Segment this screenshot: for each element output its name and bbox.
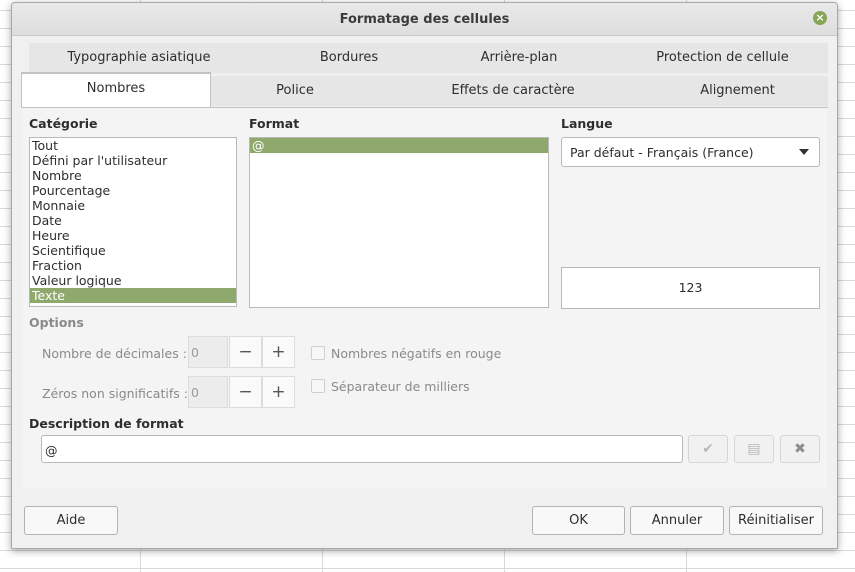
reset-button[interactable]: Réinitialiser (729, 506, 823, 535)
format-code-input[interactable]: @ (41, 435, 683, 463)
category-item-boolean[interactable]: Valeur logique (30, 273, 236, 288)
language-value: Par défaut - Français (France) (570, 145, 754, 160)
tab-cell-protection[interactable]: Protection de cellule (617, 43, 828, 73)
comment-icon[interactable]: ▤ (734, 435, 774, 463)
options-label: Options (29, 315, 84, 330)
thousands-separator-checkbox[interactable] (311, 379, 325, 393)
category-item-date[interactable]: Date (30, 213, 236, 228)
cancel-button[interactable]: Annuler (630, 506, 724, 535)
close-icon[interactable]: × (813, 11, 827, 25)
decimals-input[interactable]: 0 (188, 336, 228, 368)
category-item-currency[interactable]: Monnaie (30, 198, 236, 213)
decimals-increment-button[interactable]: + (262, 336, 295, 368)
tab-numbers[interactable]: Nombres (21, 72, 211, 108)
category-label: Catégorie (29, 116, 98, 131)
format-item[interactable]: @ (250, 138, 548, 153)
ok-button[interactable]: OK (532, 506, 625, 535)
category-item-user-defined[interactable]: Défini par l'utilisateur (30, 153, 236, 168)
chevron-down-icon (799, 149, 809, 155)
category-item-number[interactable]: Nombre (30, 168, 236, 183)
dialog-titlebar: Formatage des cellules × (12, 3, 837, 36)
format-code-label: Description de format (29, 416, 184, 431)
category-item-scientific[interactable]: Scientifique (30, 243, 236, 258)
thousands-separator-label: Séparateur de milliers (331, 379, 470, 394)
negative-red-label: Nombres négatifs en rouge (331, 346, 502, 361)
leading-zeros-decrement-button[interactable]: − (229, 376, 262, 408)
format-code-value: @ (45, 443, 58, 458)
numbers-panel: Catégorie Tout Défini par l'utilisateur … (22, 108, 827, 488)
format-cells-dialog: Formatage des cellules × Typographie asi… (11, 2, 838, 549)
tab-alignment[interactable]: Alignement (647, 76, 828, 106)
leading-zeros-input[interactable]: 0 (188, 376, 228, 408)
category-item-percent[interactable]: Pourcentage (30, 183, 236, 198)
delete-icon[interactable]: ✖ (780, 435, 820, 463)
category-item-fraction[interactable]: Fraction (30, 258, 236, 273)
tab-borders[interactable]: Bordures (249, 43, 449, 73)
format-list[interactable]: @ (249, 137, 549, 308)
leading-zeros-increment-button[interactable]: + (262, 376, 295, 408)
decimals-label: Nombre de décimales : (42, 346, 187, 361)
dialog-title: Formatage des cellules (339, 12, 510, 27)
tab-asian-typography[interactable]: Typographie asiatique (29, 43, 249, 73)
tab-font[interactable]: Police (211, 76, 379, 106)
negative-red-checkbox[interactable] (311, 346, 325, 360)
category-item-time[interactable]: Heure (30, 228, 236, 243)
language-dropdown[interactable]: Par défaut - Français (France) (561, 137, 820, 167)
help-button[interactable]: Aide (24, 506, 118, 535)
leading-zeros-label: Zéros non significatifs : (42, 386, 188, 401)
format-label: Format (249, 116, 300, 131)
tab-font-effects[interactable]: Effets de caractère (379, 76, 647, 106)
category-item-text[interactable]: Texte (30, 288, 236, 303)
decimals-decrement-button[interactable]: − (229, 336, 262, 368)
tab-bar: Typographie asiatique Bordures Arrière-p… (21, 41, 828, 108)
language-label: Langue (561, 116, 613, 131)
tab-background[interactable]: Arrière-plan (421, 43, 617, 73)
category-list[interactable]: Tout Défini par l'utilisateur Nombre Pou… (29, 137, 237, 307)
checkmark-icon[interactable]: ✔ (688, 435, 728, 463)
format-preview: 123 (561, 267, 820, 309)
category-item-all[interactable]: Tout (30, 138, 236, 153)
